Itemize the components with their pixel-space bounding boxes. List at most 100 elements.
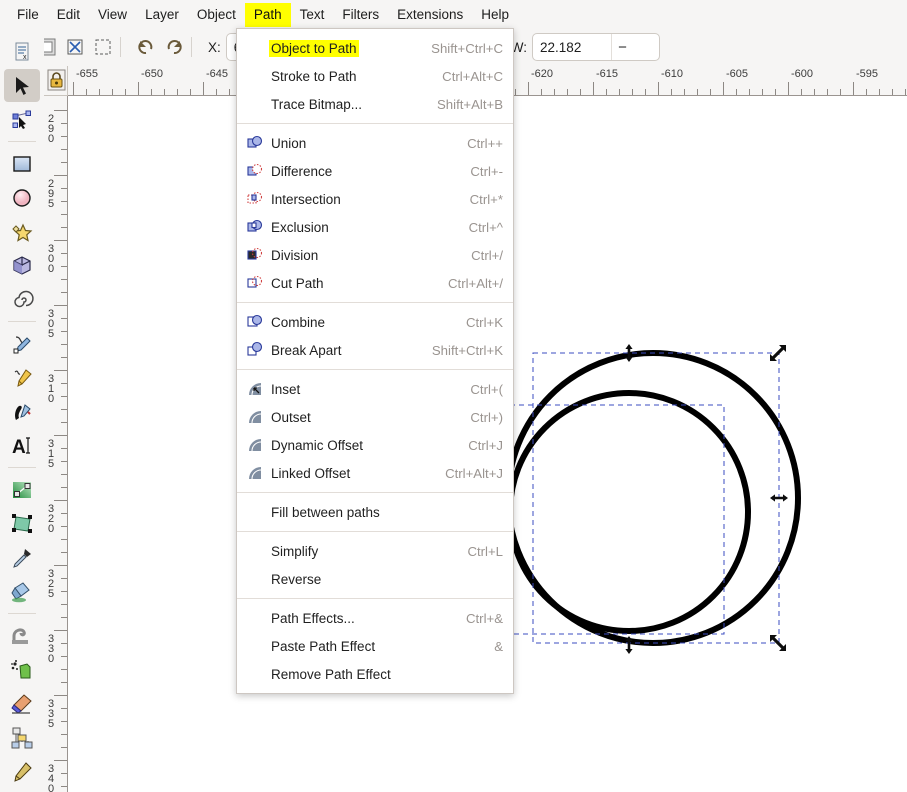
vertical-ruler[interactable]: 290295300305310315320325330335340345	[44, 96, 68, 792]
ruler-tick-minor	[736, 89, 737, 95]
ruler-tick-minor	[61, 409, 67, 410]
rotate-ccw-icon[interactable]	[135, 36, 157, 58]
star-tool-icon[interactable]	[4, 215, 40, 248]
ellipse-tool-icon[interactable]	[4, 181, 40, 214]
menu-item-trace-bitmap[interactable]: Trace Bitmap...Shift+Alt+B	[237, 90, 513, 118]
selection-box-inner	[510, 405, 724, 634]
menu-item-exclusion[interactable]: ExclusionCtrl+^	[237, 213, 513, 241]
ruler-tick-minor	[61, 357, 67, 358]
ruler-tick	[593, 82, 594, 95]
menu-item-union[interactable]: UnionCtrl++	[237, 129, 513, 157]
menu-object[interactable]: Object	[188, 3, 245, 27]
menu-view[interactable]: View	[89, 3, 136, 27]
dynamic-offset-icon	[245, 436, 265, 454]
ruler-lock-icon[interactable]	[47, 69, 66, 91]
menu-item-reverse[interactable]: Reverse	[237, 565, 513, 593]
text-tool-icon[interactable]: A	[4, 429, 40, 462]
ruler-tick-minor	[61, 617, 67, 618]
rotate-cw-icon[interactable]	[163, 36, 185, 58]
dropper-tool-icon[interactable]	[4, 541, 40, 574]
ruler-tick-minor	[619, 89, 620, 95]
svg-text:A: A	[12, 437, 26, 458]
w-spinbox[interactable]: 22.182 −	[532, 33, 660, 61]
ruler-tick-minor	[684, 89, 685, 95]
box3d-tool-icon[interactable]	[4, 249, 40, 282]
menu-item-stroke-to-path[interactable]: Stroke to PathCtrl+Alt+C	[237, 62, 513, 90]
w-decrement-button[interactable]: −	[611, 34, 633, 60]
ruler-tick	[54, 370, 67, 371]
gradient-tool-icon[interactable]	[4, 473, 40, 506]
menu-item-outset[interactable]: OutsetCtrl+)	[237, 403, 513, 431]
menu-item-intersection[interactable]: IntersectionCtrl+*	[237, 185, 513, 213]
w-input[interactable]: 22.182	[533, 34, 611, 60]
menu-item-dynamic-offset[interactable]: Dynamic OffsetCtrl+J	[237, 431, 513, 459]
menu-text[interactable]: Text	[291, 3, 334, 27]
connector-tool-icon[interactable]	[4, 721, 40, 754]
toolbox-separator-4	[8, 613, 36, 614]
ruler-tick-minor	[86, 89, 87, 95]
menu-item-difference[interactable]: Difference Ctrl+-	[237, 157, 513, 185]
menu-extensions[interactable]: Extensions	[388, 3, 472, 27]
menu-item-no-icon	[245, 95, 265, 113]
menu-item-label: Difference	[271, 164, 332, 179]
tweak-tool-icon[interactable]	[4, 619, 40, 652]
menu-item-cut-path[interactable]: Cut PathCtrl+Alt+/	[237, 269, 513, 297]
zoom-tool-icon[interactable]	[4, 755, 40, 788]
ruler-tick-minor	[216, 89, 217, 95]
ruler-label: -655	[76, 68, 98, 80]
document-properties-icon[interactable]: x	[4, 35, 40, 68]
menu-item-break-apart[interactable]: Break ApartShift+Ctrl+K	[237, 336, 513, 364]
menu-item-paste-path-effect[interactable]: Paste Path Effect&	[237, 632, 513, 660]
ruler-label: -620	[531, 68, 553, 80]
menu-item-combine[interactable]: CombineCtrl+K	[237, 308, 513, 336]
menu-item-object-to-path[interactable]: Object to PathShift+Ctrl+C	[237, 34, 513, 62]
menu-path[interactable]: Path	[245, 3, 291, 27]
deselect-icon[interactable]	[64, 36, 86, 58]
ruler-tick-minor	[61, 123, 67, 124]
spray-tool-icon[interactable]	[4, 653, 40, 686]
menu-item-simplify[interactable]: SimplifyCtrl+L	[237, 537, 513, 565]
menu-item-fill-between-paths[interactable]: Fill between paths	[237, 498, 513, 526]
eraser-tool-icon[interactable]	[4, 687, 40, 720]
ruler-tick-minor	[99, 89, 100, 95]
ruler-tick	[54, 305, 67, 306]
ruler-label: 305	[45, 308, 57, 338]
node-editor-tool-icon[interactable]	[4, 103, 40, 136]
ruler-tick-minor	[61, 734, 67, 735]
menu-item-shortcut: Ctrl+-	[452, 164, 503, 179]
menu-item-path-effects[interactable]: Path Effects...Ctrl+&	[237, 604, 513, 632]
menu-item-label: Inset	[271, 382, 300, 397]
ruler-tick-minor	[61, 487, 67, 488]
menu-help[interactable]: Help	[472, 3, 518, 27]
ruler-tick-minor	[541, 89, 542, 95]
menu-filters[interactable]: Filters	[333, 3, 388, 27]
ruler-label: -615	[596, 68, 618, 80]
pen-tool-icon[interactable]	[4, 361, 40, 394]
path-dropdown-menu[interactable]: Object to PathShift+Ctrl+CStroke to Path…	[236, 28, 514, 694]
break-apart-icon	[245, 341, 265, 359]
ruler-tick-minor	[61, 331, 67, 332]
calligraphy-tool-icon[interactable]	[4, 395, 40, 428]
toolbar-separator-1	[120, 37, 121, 57]
circle-small[interactable]	[510, 393, 748, 631]
menu-file[interactable]: File	[8, 3, 48, 27]
ruler-tick-minor	[749, 89, 750, 95]
menu-edit[interactable]: Edit	[48, 3, 89, 27]
menu-item-remove-path-effect[interactable]: Remove Path Effect	[237, 660, 513, 688]
spiral-tool-icon[interactable]	[4, 283, 40, 316]
menu-item-linked-offset[interactable]: Linked OffsetCtrl+Alt+J	[237, 459, 513, 487]
select-same-icon[interactable]	[92, 36, 114, 58]
menu-layer[interactable]: Layer	[136, 3, 188, 27]
ruler-label: 315	[45, 438, 57, 468]
menu-item-shortcut: Ctrl+^	[451, 220, 503, 235]
menu-item-inset[interactable]: InsetCtrl+(	[237, 375, 513, 403]
fill-bucket-tool-icon[interactable]	[4, 575, 40, 608]
mesh-gradient-tool-icon[interactable]	[4, 507, 40, 540]
menu-item-division[interactable]: DivisionCtrl+/	[237, 241, 513, 269]
rectangle-tool-icon[interactable]	[4, 147, 40, 180]
selector-tool-icon[interactable]	[4, 69, 40, 102]
pencil-tool-icon[interactable]	[4, 327, 40, 360]
ruler-tick-minor	[61, 266, 67, 267]
handle-top-right[interactable]	[770, 345, 786, 361]
ruler-tick-minor	[61, 669, 67, 670]
